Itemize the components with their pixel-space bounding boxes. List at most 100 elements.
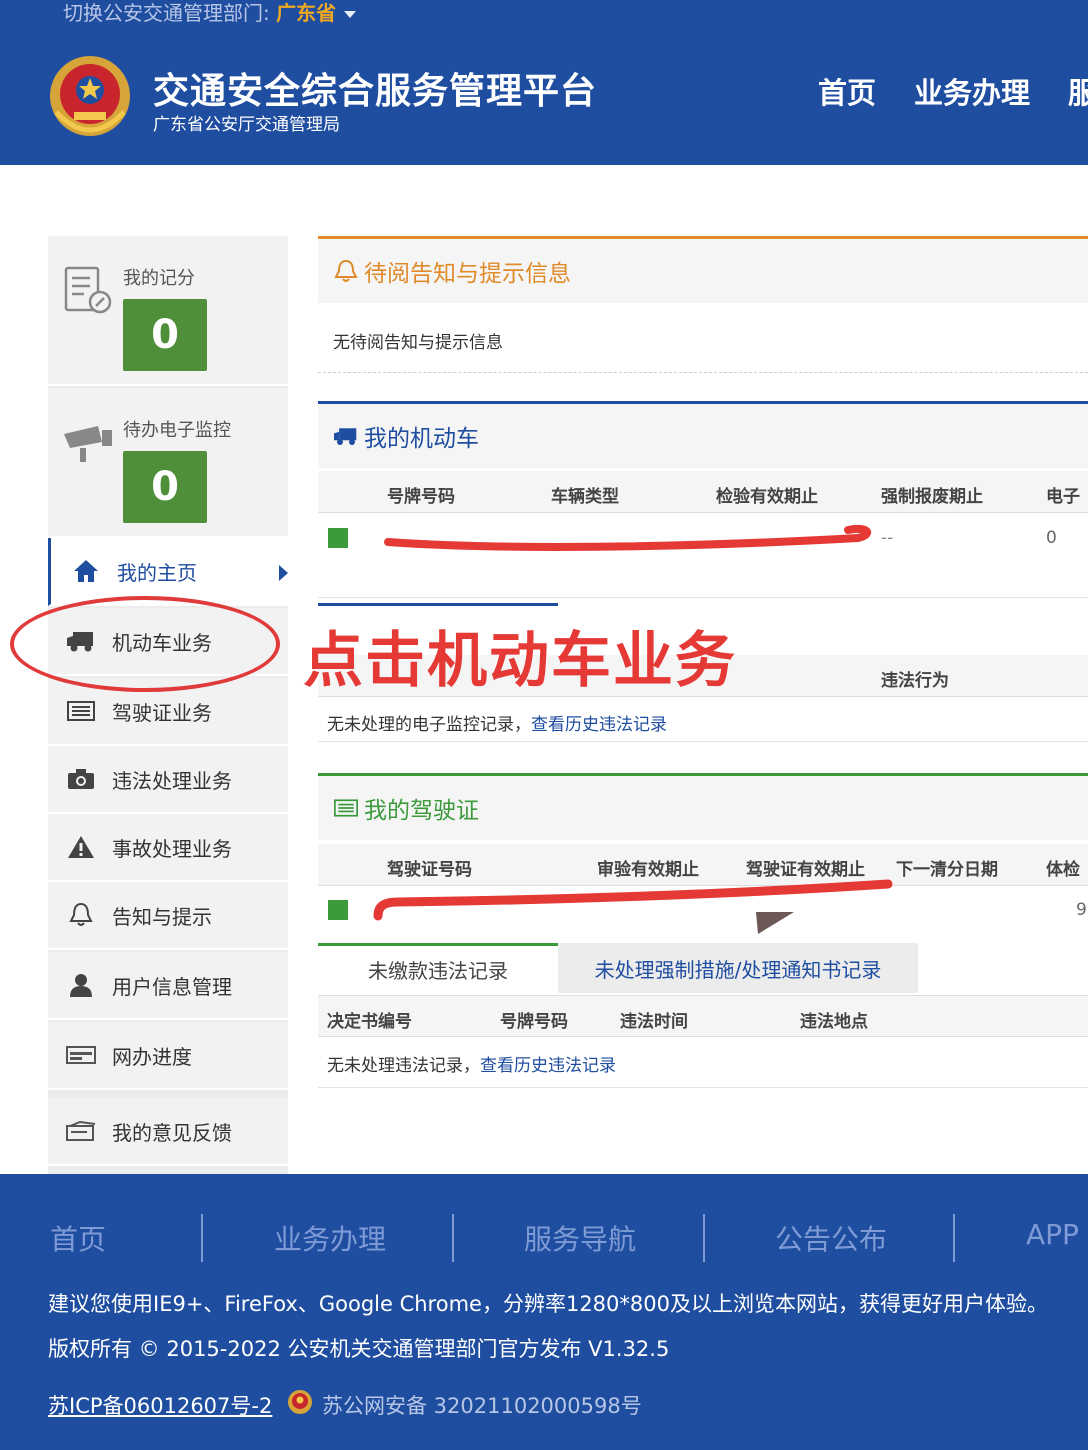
tab-unpaid[interactable]: 未缴款违法记录 [318, 943, 558, 993]
footer-nav-app[interactable]: APP [1026, 1218, 1079, 1251]
stat-pending-monitor[interactable]: 待办电子监控 0 [48, 388, 288, 538]
score-doc-icon [64, 266, 112, 314]
footer-nav-business[interactable]: 业务办理 [274, 1218, 386, 1258]
copyright: 版权所有 © 2015-2022 公安机关交通管理部门官方发布 V1.32.5 [48, 1337, 670, 1361]
topnav-business[interactable]: 业务办理 [914, 70, 1030, 112]
footer-nav-service[interactable]: 服务导航 [524, 1218, 636, 1258]
license-card-icon [66, 697, 96, 725]
redaction-scribble [373, 879, 893, 934]
topnav-service[interactable]: 服 [1068, 70, 1088, 112]
license-title: 我的驾驶证 [364, 798, 479, 824]
stat-label: 我的记分 [123, 268, 195, 289]
feedback-icon [66, 1117, 96, 1145]
annotation-text: 点击机动车业务 [303, 626, 737, 696]
footer-separator [201, 1214, 203, 1262]
tab-label: 未处理强制措施/处理通知书记录 [594, 957, 882, 982]
notice-title: 待阅告知与提示信息 [364, 261, 571, 287]
footer-nav-home[interactable]: 首页 [50, 1218, 106, 1258]
electronic-count: 0 [1046, 528, 1057, 548]
sidebar-item-label: 网办进度 [112, 1044, 192, 1069]
col-electronic: 电子 [1046, 487, 1080, 507]
browser-tip: 建议您使用IE9+、FireFox、Google Chrome，分辨率1280*… [48, 1292, 1048, 1316]
vehicle-title: 我的机动车 [364, 426, 479, 452]
vehicle-table-header: 号牌号码 车辆类型 检验有效期止 强制报废期止 电子 [318, 471, 1088, 513]
sidebar-item-label: 违法处理业务 [112, 768, 232, 793]
row-edge-value: 9 [1076, 900, 1087, 920]
bell-icon [66, 901, 96, 929]
notice-panel: 待阅告知与提示信息 无待阅告知与提示信息 [318, 236, 1088, 373]
vehicle-panel: 我的机动车 号牌号码 车辆类型 检验有效期止 强制报废期止 电子 -- 0 [318, 401, 1088, 598]
col-decision-number: 决定书编号 [327, 1012, 412, 1032]
warning-icon [66, 833, 96, 861]
col-plate: 号牌号码 [387, 487, 455, 507]
sidebar-item-feedback[interactable]: 我的意见反馈 [48, 1098, 288, 1166]
col-scrap-date: 强制报废期止 [881, 487, 983, 507]
psb-record[interactable]: 苏公网安备 32021102000598号 [322, 1390, 642, 1420]
notice-empty-text: 无待阅告知与提示信息 [333, 333, 503, 353]
top-nav: 首页 业务办理 服 [818, 70, 1088, 112]
site-header: 切换公安交通管理部门: 广东省 交通安全综合服务管理平台 广东省公安厅交通管理局… [0, 0, 1088, 165]
stat-label: 待办电子监控 [123, 420, 231, 441]
sidebar-item-label: 用户信息管理 [112, 974, 232, 999]
col-vehicle-type: 车辆类型 [551, 487, 619, 507]
sidebar-item-label: 驾驶证业务 [112, 700, 212, 725]
license-header: 我的驾驶证 [318, 776, 1088, 840]
row-status-marker [328, 900, 348, 920]
sidebar-item-label: 告知与提示 [112, 904, 212, 929]
row-status-marker [328, 528, 348, 548]
stat-value: 0 [123, 451, 207, 523]
divider [318, 372, 1088, 373]
user-icon [66, 971, 96, 999]
monitor-empty-text: 无未处理的电子监控记录， [327, 715, 531, 735]
police-badge-icon [288, 1390, 312, 1414]
sidebar-item-label: 我的主页 [117, 560, 197, 585]
caret-right-icon [279, 565, 288, 581]
redaction-scribble [384, 525, 872, 551]
tab-measures[interactable]: 未处理强制措施/处理通知书记录 [558, 943, 918, 993]
tab-label: 未缴款违法记录 [368, 959, 508, 983]
topnav-home[interactable]: 首页 [818, 70, 876, 112]
divider [318, 603, 558, 606]
violation-empty-text: 无未处理违法记录， [327, 1056, 480, 1076]
divider [318, 741, 1088, 742]
license-card-icon [334, 799, 358, 817]
site-title: 交通安全综合服务管理平台 [153, 71, 598, 112]
license-panel: 我的驾驶证 驾驶证号码 审验有效期止 驾驶证有效期止 下一清分日期 体检 9 [318, 773, 1088, 939]
col-violation-time: 违法时间 [620, 1012, 688, 1032]
monitor-empty-row: 无未处理的电子监控记录，查看历史违法记录 [327, 710, 667, 735]
col-violation-behavior: 违法行为 [881, 671, 949, 691]
footer-nav-notice[interactable]: 公告公布 [775, 1218, 887, 1258]
sidebar-item-notice[interactable]: 告知与提示 [48, 882, 288, 950]
footer-nav: 首页 业务办理 服务导航 公告公布 APP [0, 1214, 1088, 1264]
icp-link[interactable]: 苏ICP备06012607号-2 [48, 1390, 272, 1420]
sidebar-item-label: 事故处理业务 [112, 836, 232, 861]
violation-history-link[interactable]: 查看历史违法记录 [480, 1056, 616, 1076]
sidebar-item-progress[interactable]: 网办进度 [48, 1022, 288, 1090]
col-health-check: 体检 [1046, 860, 1080, 880]
divider [318, 597, 1088, 598]
sidebar-item-user[interactable]: 用户信息管理 [48, 952, 288, 1020]
footer-separator [953, 1214, 955, 1262]
truck-icon [334, 428, 357, 445]
footer-separator [703, 1214, 705, 1262]
department-switch-bar: 切换公安交通管理部门: 广东省 [0, 0, 1088, 28]
site-footer: 首页 业务办理 服务导航 公告公布 APP 建议您使用IE9+、FireFox、… [0, 1174, 1088, 1450]
violation-panel: 未缴款违法记录 未处理强制措施/处理通知书记录 决定书编号 号牌号码 违法时间 … [318, 943, 1088, 1089]
switch-value: 广东省 [276, 1, 337, 25]
sidebar-item-violation[interactable]: 违法处理业务 [48, 746, 288, 814]
col-violation-place: 违法地点 [800, 1012, 868, 1032]
sidebar-item-accident[interactable]: 事故处理业务 [48, 814, 288, 882]
bell-icon [334, 259, 358, 282]
annotation-circle [10, 596, 280, 692]
scrap-date-value: -- [881, 528, 894, 548]
vehicle-header: 我的机动车 [318, 404, 1088, 468]
monitor-history-link[interactable]: 查看历史违法记录 [531, 715, 667, 735]
chevron-down-icon[interactable] [344, 11, 357, 18]
stat-my-score[interactable]: 我的记分 0 [48, 236, 288, 386]
site-subtitle: 广东省公安厅交通管理局 [153, 115, 340, 135]
col-inspection-expiry: 检验有效期止 [716, 487, 818, 507]
stat-value: 0 [123, 299, 207, 371]
switch-label: 切换公安交通管理部门: [63, 1, 277, 25]
department-switch[interactable]: 切换公安交通管理部门: 广东省 [63, 0, 357, 26]
home-icon [71, 557, 101, 585]
